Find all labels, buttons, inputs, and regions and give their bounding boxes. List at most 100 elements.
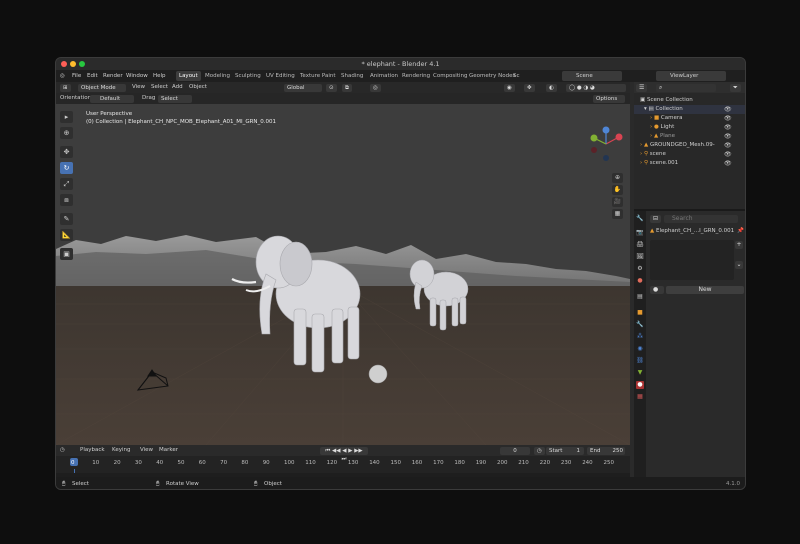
- output-tab-icon[interactable]: 🖨: [636, 241, 644, 249]
- tool-tab-icon[interactable]: 🔧: [636, 215, 644, 223]
- annotate-tool-icon[interactable]: ✎: [60, 213, 73, 225]
- visibility-eye-icon[interactable]: 👁: [724, 124, 732, 131]
- select-tool-icon[interactable]: ▸: [60, 111, 73, 123]
- ortho-grid-icon[interactable]: ▦: [612, 209, 623, 219]
- visibility-eye-icon[interactable]: 👁: [724, 106, 732, 113]
- workspace-compositing[interactable]: Compositing: [430, 71, 470, 81]
- menu-timeline-view[interactable]: View: [140, 445, 153, 456]
- menu-select[interactable]: Select: [151, 82, 168, 93]
- camera-view-icon[interactable]: 🎥: [612, 197, 623, 207]
- scale-tool-icon[interactable]: ⤢: [60, 178, 73, 190]
- workspace-rendering[interactable]: Rendering: [399, 71, 433, 81]
- close-window-button[interactable]: [61, 61, 67, 67]
- workspace-animation[interactable]: Animation: [367, 71, 401, 81]
- current-frame-field[interactable]: 0: [500, 446, 530, 455]
- workspace-layout[interactable]: Layout: [176, 71, 201, 81]
- overlay-icon[interactable]: ◐: [546, 83, 557, 92]
- menu-window[interactable]: Window: [126, 70, 148, 82]
- blender-logo-icon[interactable]: ◎: [60, 70, 65, 82]
- visibility-eye-icon[interactable]: 👁: [724, 151, 732, 158]
- workspace-modeling[interactable]: Modeling: [202, 71, 233, 81]
- workspace-texture-paint[interactable]: Texture Paint: [297, 71, 339, 81]
- outliner-header: ☰ ⌕ ⏷: [634, 82, 745, 93]
- end-frame-field[interactable]: End 250: [587, 446, 625, 455]
- visibility-eye-icon[interactable]: 👁: [724, 133, 732, 140]
- scene-tab-icon[interactable]: ⚙: [636, 265, 644, 273]
- add-slot-button[interactable]: +: [735, 241, 743, 249]
- start-frame-field[interactable]: Start 1: [546, 446, 584, 455]
- menu-marker[interactable]: Marker: [159, 445, 178, 456]
- add-cube-tool-icon[interactable]: ▣: [60, 248, 73, 260]
- properties-type-icon[interactable]: ⊟: [650, 215, 662, 223]
- menu-help[interactable]: Help: [153, 70, 166, 82]
- scene-selector[interactable]: Scene: [562, 71, 622, 81]
- object-mode-dropdown[interactable]: Object Mode: [78, 83, 126, 92]
- 3d-viewport[interactable]: User Perspective (0) Collection | Elepha…: [56, 104, 630, 445]
- drag-dropdown[interactable]: Select Box: [158, 94, 192, 110]
- playback-controls[interactable]: ⏮ ◀◀ ◀ ▶ ▶▶ ⏭: [320, 446, 368, 462]
- measure-tool-icon[interactable]: 📐: [60, 229, 73, 241]
- workspace-shading[interactable]: Shading: [338, 71, 366, 81]
- filter-icon[interactable]: ⏷: [730, 83, 741, 92]
- menu-playback[interactable]: Playback: [80, 445, 105, 456]
- data-tab-icon[interactable]: ▼: [636, 369, 644, 377]
- snap-icon[interactable]: ⧉: [342, 83, 352, 92]
- particles-tab-icon[interactable]: ⁂: [636, 333, 644, 341]
- properties-search[interactable]: Search: [664, 215, 738, 223]
- visibility-eye-icon[interactable]: 👁: [724, 115, 732, 122]
- material-browse-icon[interactable]: ●: [650, 286, 664, 294]
- minimize-window-button[interactable]: [70, 61, 76, 67]
- menu-keying[interactable]: Keying: [112, 445, 130, 456]
- menu-render[interactable]: Render: [103, 70, 123, 82]
- render-tab-icon[interactable]: 📷: [636, 229, 644, 237]
- cursor-tool-icon[interactable]: ⊕: [60, 127, 73, 139]
- orientation-dropdown[interactable]: Default: [90, 94, 134, 103]
- world-tab-icon[interactable]: ●: [636, 277, 644, 285]
- menu-add[interactable]: Add: [172, 82, 183, 93]
- navigation-gizmo[interactable]: [586, 124, 626, 164]
- texture-tab-icon[interactable]: ▦: [636, 393, 644, 401]
- frame-tick-label: 90: [262, 460, 270, 466]
- menu-object[interactable]: Object: [189, 82, 207, 93]
- visibility-icon[interactable]: ◉: [504, 83, 515, 92]
- collection-tab-icon[interactable]: ▤: [636, 293, 644, 301]
- options-dropdown[interactable]: Options: [593, 94, 625, 103]
- scene-collection-row[interactable]: ▣ Scene Collection: [634, 96, 745, 105]
- modifier-tab-icon[interactable]: 🔧: [636, 321, 644, 329]
- viewlayer-selector[interactable]: ViewLayer: [656, 71, 726, 81]
- pivot-icon[interactable]: ⊙: [326, 83, 337, 92]
- object-tab-icon[interactable]: ■: [636, 309, 644, 317]
- shading-modes[interactable]: ◯ ● ◑ ◕: [566, 83, 626, 92]
- menu-edit[interactable]: Edit: [87, 70, 98, 82]
- zoom-icon[interactable]: ⊕: [612, 173, 623, 183]
- material-tab-icon[interactable]: ●: [636, 381, 644, 389]
- gizmo-icon[interactable]: ✥: [524, 83, 535, 92]
- outliner-editor-icon[interactable]: ☰: [636, 83, 648, 92]
- constraints-tab-icon[interactable]: ⛓: [636, 357, 644, 365]
- physics-tab-icon[interactable]: ◉: [636, 345, 644, 353]
- workspace-sculpting[interactable]: Sculpting: [232, 71, 264, 81]
- transform-orientation-dropdown[interactable]: Global: [284, 83, 322, 92]
- new-material-button[interactable]: New: [666, 286, 744, 294]
- move-tool-icon[interactable]: ✥: [60, 146, 73, 158]
- zoom-window-button[interactable]: [79, 61, 85, 67]
- material-slots-list[interactable]: [650, 240, 734, 280]
- pan-icon[interactable]: ✋: [612, 185, 623, 195]
- transform-tool-icon[interactable]: ⧈: [60, 194, 73, 206]
- visibility-eye-icon[interactable]: 👁: [724, 142, 732, 149]
- rotate-tool-icon[interactable]: ↻: [60, 162, 73, 174]
- slot-menu-icon[interactable]: ⌄: [735, 261, 743, 269]
- workspace-uv-editing[interactable]: UV Editing: [263, 71, 298, 81]
- editor-type-icon[interactable]: ⊞: [60, 83, 71, 92]
- proportional-icon[interactable]: ◎: [370, 83, 381, 92]
- timeline-editor-icon[interactable]: ◷: [60, 445, 65, 456]
- menu-view[interactable]: View: [132, 82, 145, 93]
- pin-icon[interactable]: 📌: [737, 227, 744, 236]
- menu-file[interactable]: File: [72, 70, 81, 82]
- visibility-eye-icon[interactable]: 👁: [724, 160, 732, 167]
- preview-range-icon[interactable]: ◷: [534, 446, 545, 455]
- workspace-overflow[interactable]: Sc: [510, 71, 523, 81]
- view-layer-tab-icon[interactable]: 🖼: [636, 253, 644, 261]
- outliner-search[interactable]: ⌕: [656, 83, 716, 92]
- frame-tick-label: 80: [241, 460, 249, 466]
